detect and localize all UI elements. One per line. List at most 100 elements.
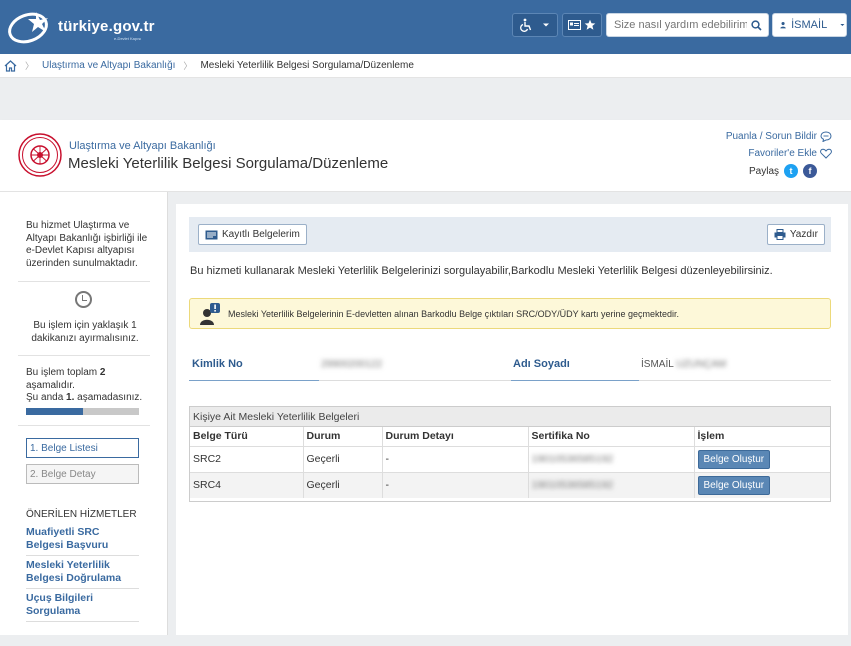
toolbar: Kayıtlı Belgelerim Yazdır — [189, 217, 831, 252]
steps-total-prefix: Bu işlem toplam — [26, 367, 100, 378]
id-label: Kimlik No — [192, 358, 243, 370]
wheelchair-icon — [520, 18, 532, 32]
print-label: Yazdır — [789, 229, 818, 240]
cert-number-blurred: 19010536585192 — [531, 453, 614, 465]
col-sertifika-no: Sertifika No — [528, 427, 695, 447]
cert-number-blurred: 19010536585192 — [531, 479, 614, 492]
home-icon[interactable] — [4, 59, 17, 72]
main-panel: Kayıtlı Belgelerim Yazdır Bu hizmeti kul… — [176, 204, 848, 635]
steps-total: 2 — [99, 367, 106, 378]
current-step-suffix: aşamadasınız. — [74, 392, 143, 403]
add-favorite-link[interactable]: Favoriler'e Ekle — [748, 148, 832, 159]
certificates-table: Kişiye Ait Mesleki Yeterlilik Belgeleri … — [189, 406, 831, 502]
table-row: SRC2 Geçerli - 19010536585192 Belge Oluş… — [190, 445, 830, 472]
cell-type: SRC4 — [190, 471, 304, 498]
recommended-link-ucus-bilgileri[interactable]: Uçuş Bilgileri Sorgulama — [26, 592, 139, 622]
field-underline — [639, 380, 831, 381]
turkiye-logo-icon — [8, 12, 48, 44]
breadcrumb: 〉 Ulaştırma ve Altyapı Bakanlığı 〉 Mesle… — [0, 54, 851, 78]
cell-type: SRC2 — [190, 445, 304, 472]
table-caption: Kişiye Ait Mesleki Yeterlilik Belgeleri — [190, 407, 830, 427]
recommended-link-src-muafiyet[interactable]: Muafiyetli SRC Belgesi Başvuru — [26, 526, 139, 556]
printer-icon — [774, 229, 786, 240]
step-belge-detay: 2. Belge Detay — [26, 464, 139, 484]
cell-detail: - — [382, 471, 529, 498]
col-islem: İşlem — [694, 427, 830, 447]
page-title: Mesleki Yeterlilik Belgesi Sorgulama/Düz… — [68, 155, 389, 172]
ministry-seal-icon — [18, 133, 62, 177]
name-first: İSMAİL — [641, 359, 674, 370]
intro-text: Bu hizmeti kullanarak Mesleki Yeterlilik… — [190, 265, 773, 277]
breadcrumb-ministry-link[interactable]: Ulaştırma ve Altyapı Bakanlığı — [42, 60, 175, 71]
id-card-icon — [568, 20, 581, 30]
clock-icon — [75, 291, 92, 308]
step-progress-bar — [26, 408, 139, 415]
user-info-icon — [200, 303, 220, 325]
accessibility-button[interactable] — [512, 13, 558, 37]
share-row: Paylaş t f — [749, 164, 817, 178]
service-provider-text: Bu hizmet Ulaştırma ve Altyapı Bakanlığı… — [26, 220, 148, 269]
sidebar: Bu hizmet Ulaştırma ve Altyapı Bakanlığı… — [0, 192, 168, 635]
cell-cert: 19010536585192 — [528, 471, 695, 498]
steps-total-suffix: aşamalıdır. — [26, 379, 75, 391]
step-belge-listesi[interactable]: 1. Belge Listesi — [26, 438, 139, 458]
create-document-button[interactable]: Belge Oluştur — [697, 449, 771, 469]
id-card-icon — [205, 230, 218, 239]
field-underline — [189, 380, 319, 381]
breadcrumb-separator: 〉 — [25, 61, 35, 71]
search-box — [606, 13, 769, 37]
cell-detail: - — [382, 445, 529, 472]
cell-status: Geçerli — [303, 471, 383, 498]
recommended-link-belge-dogrulama[interactable]: Mesleki Yeterlilik Belgesi Doğrulama — [26, 559, 139, 589]
rate-report-link[interactable]: Puanla / Sorun Bildir — [726, 131, 832, 142]
my-records-label: Kayıtlı Belgelerim — [222, 229, 300, 240]
steps-info: Bu işlem toplam 2 aşamalıdır. Şu anda 1.… — [26, 367, 150, 405]
heart-icon — [820, 148, 832, 159]
rate-report-label: Puanla / Sorun Bildir — [725, 131, 817, 142]
add-favorite-label: Favoriler'e Ekle — [748, 148, 817, 159]
logo-text: türkiye.gov.tr — [58, 18, 155, 35]
ministry-name: Ulaştırma ve Altyapı Bakanlığı — [69, 140, 216, 152]
cell-cert: 19010536585192 — [528, 445, 695, 472]
col-belge-turu: Belge Türü — [190, 427, 304, 447]
create-document-button[interactable]: Belge Oluştur — [697, 475, 771, 495]
id-value: 29900200122 — [321, 359, 383, 370]
search-input[interactable] — [607, 15, 747, 35]
my-records-button[interactable]: Kayıtlı Belgelerim — [198, 224, 307, 245]
page-header: Ulaştırma ve Altyapı Bakanlığı Mesleki Y… — [0, 120, 851, 192]
cell-status: Geçerli — [303, 445, 383, 472]
caret-down-icon — [840, 23, 845, 27]
recommended-title: ÖNERİLEN HİZMETLER — [26, 509, 137, 520]
speech-bubble-icon — [820, 131, 832, 142]
gray-band — [0, 78, 851, 120]
star-icon — [584, 19, 596, 30]
name-value: İSMAİL UZUNÇAM — [641, 359, 726, 370]
field-underline — [319, 380, 511, 381]
twitter-share-icon[interactable]: t — [784, 164, 798, 178]
logo-subtext: e-Devlet Kapısı — [114, 36, 142, 41]
user-menu-button[interactable]: İSMAİL — [772, 13, 847, 37]
sidebar-divider — [18, 355, 150, 356]
cell-action: Belge Oluştur — [694, 445, 830, 472]
search-icon — [750, 19, 762, 31]
cell-action: Belge Oluştur — [694, 471, 830, 498]
current-step-prefix: Şu anda — [26, 392, 67, 403]
caret-down-icon — [543, 23, 549, 27]
field-underline — [511, 380, 639, 381]
top-bar: türkiye.gov.tr e-Devlet Kapısı Size nası… — [0, 0, 851, 54]
favorites-card-button[interactable] — [562, 13, 602, 37]
user-icon — [780, 21, 786, 29]
col-durum: Durum — [303, 427, 383, 447]
info-alert: Mesleki Yeterlilik Belgelerinin E-devlet… — [189, 298, 831, 329]
search-button[interactable] — [747, 19, 765, 31]
sidebar-divider — [18, 425, 150, 426]
print-button[interactable]: Yazdır — [766, 224, 825, 245]
share-label: Paylaş — [748, 165, 779, 177]
sidebar-divider — [18, 281, 150, 282]
breadcrumb-current: Mesleki Yeterlilik Belgesi Sorgulama/Düz… — [200, 60, 414, 71]
name-label: Adı Soyadı — [513, 358, 570, 370]
facebook-share-icon[interactable]: f — [803, 164, 817, 178]
content-area: Bu hizmet Ulaştırma ve Altyapı Bakanlığı… — [0, 192, 851, 646]
site-logo[interactable]: türkiye.gov.tr e-Devlet Kapısı — [6, 6, 156, 46]
estimated-time-text: Bu işlem için yaklaşık 1 dakikanızı ayır… — [31, 320, 139, 344]
